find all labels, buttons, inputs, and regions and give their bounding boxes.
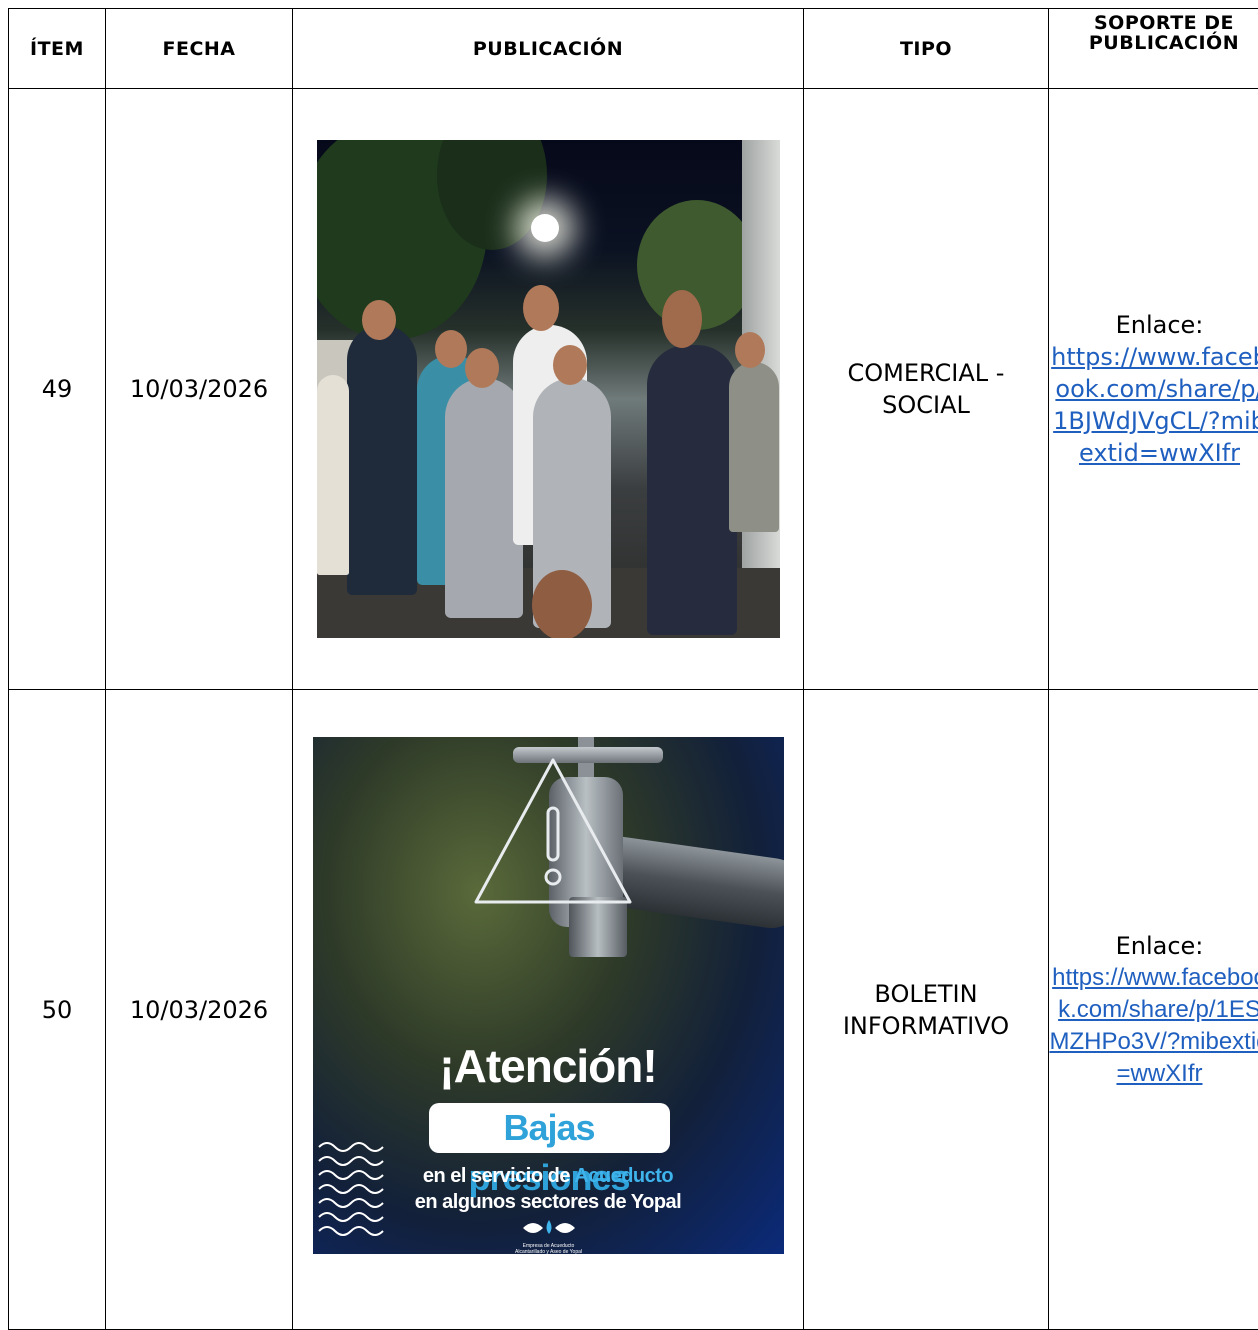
low-pressure-poster: ¡Atención! Bajas presiones en el servici… — [313, 737, 784, 1254]
company-logo: Empresa de Acueducto Alcantarillado y As… — [509, 1217, 589, 1254]
header-item: ÍTEM — [9, 9, 106, 89]
header-soporte-label: SOPORTE DE PUBLICACIÓN — [1079, 13, 1249, 53]
publications-table: ÍTEM FECHA PUBLICACIÓN TIPO SOPORTE DE P… — [8, 8, 1258, 1330]
soporte-cell: Enlace: https://www.facebook.com/share/p… — [1049, 89, 1258, 690]
table-row: 50 10/03/2026 ¡Atención! Bajas presiones… — [9, 690, 1258, 1330]
table-row: 49 10/03/2026 — [9, 89, 1258, 690]
poster-line3-a: en el servicio de — [423, 1165, 574, 1187]
warning-icon — [468, 752, 638, 912]
publicacion-cell: ¡Atención! Bajas presiones en el servici… — [293, 690, 804, 1330]
fecha-cell: 10/03/2026 — [106, 89, 293, 690]
poster-highlight: Bajas presiones — [429, 1103, 670, 1203]
logo-text: Empresa de Acueducto Alcantarillado y As… — [509, 1243, 589, 1254]
item-cell: 50 — [9, 690, 106, 1330]
header-soporte: SOPORTE DE PUBLICACIÓN — [1049, 9, 1258, 89]
header-publicacion: PUBLICACIÓN — [293, 9, 804, 89]
logo-icon — [519, 1217, 579, 1239]
soporte-label: Enlace: — [1049, 309, 1258, 341]
table-header-row: ÍTEM FECHA PUBLICACIÓN TIPO SOPORTE DE P… — [9, 9, 1258, 89]
waves-icon — [317, 1137, 387, 1247]
tipo-line2: SOCIAL — [804, 389, 1048, 421]
header-fecha: FECHA — [106, 9, 293, 89]
fecha-cell: 10/03/2026 — [106, 690, 293, 1330]
soporte-label: Enlace: — [1049, 930, 1258, 962]
tipo-line2: INFORMATIVO — [804, 1010, 1048, 1042]
facebook-link[interactable]: https://www.facebook.com/share/p/1BJWdJV… — [1049, 341, 1258, 469]
tipo-cell: BOLETIN INFORMATIVO — [804, 690, 1049, 1330]
tipo-line1: COMERCIAL - — [804, 357, 1048, 389]
header-tipo: TIPO — [804, 9, 1049, 89]
item-cell: 49 — [9, 89, 106, 690]
soporte-cell: Enlace: https://www.facebook.com/share/p… — [1049, 690, 1258, 1330]
poster-title: ¡Atención! — [313, 1039, 784, 1093]
poster-line3-b: Acueducto — [574, 1165, 673, 1187]
facebook-link[interactable]: https://www.facebook.com/share/p/1ESMZHP… — [1049, 962, 1258, 1090]
tipo-line1: BOLETIN — [804, 978, 1048, 1010]
tipo-cell: COMERCIAL - SOCIAL — [804, 89, 1049, 690]
community-meeting-photo — [317, 140, 780, 638]
publicacion-cell — [293, 89, 804, 690]
